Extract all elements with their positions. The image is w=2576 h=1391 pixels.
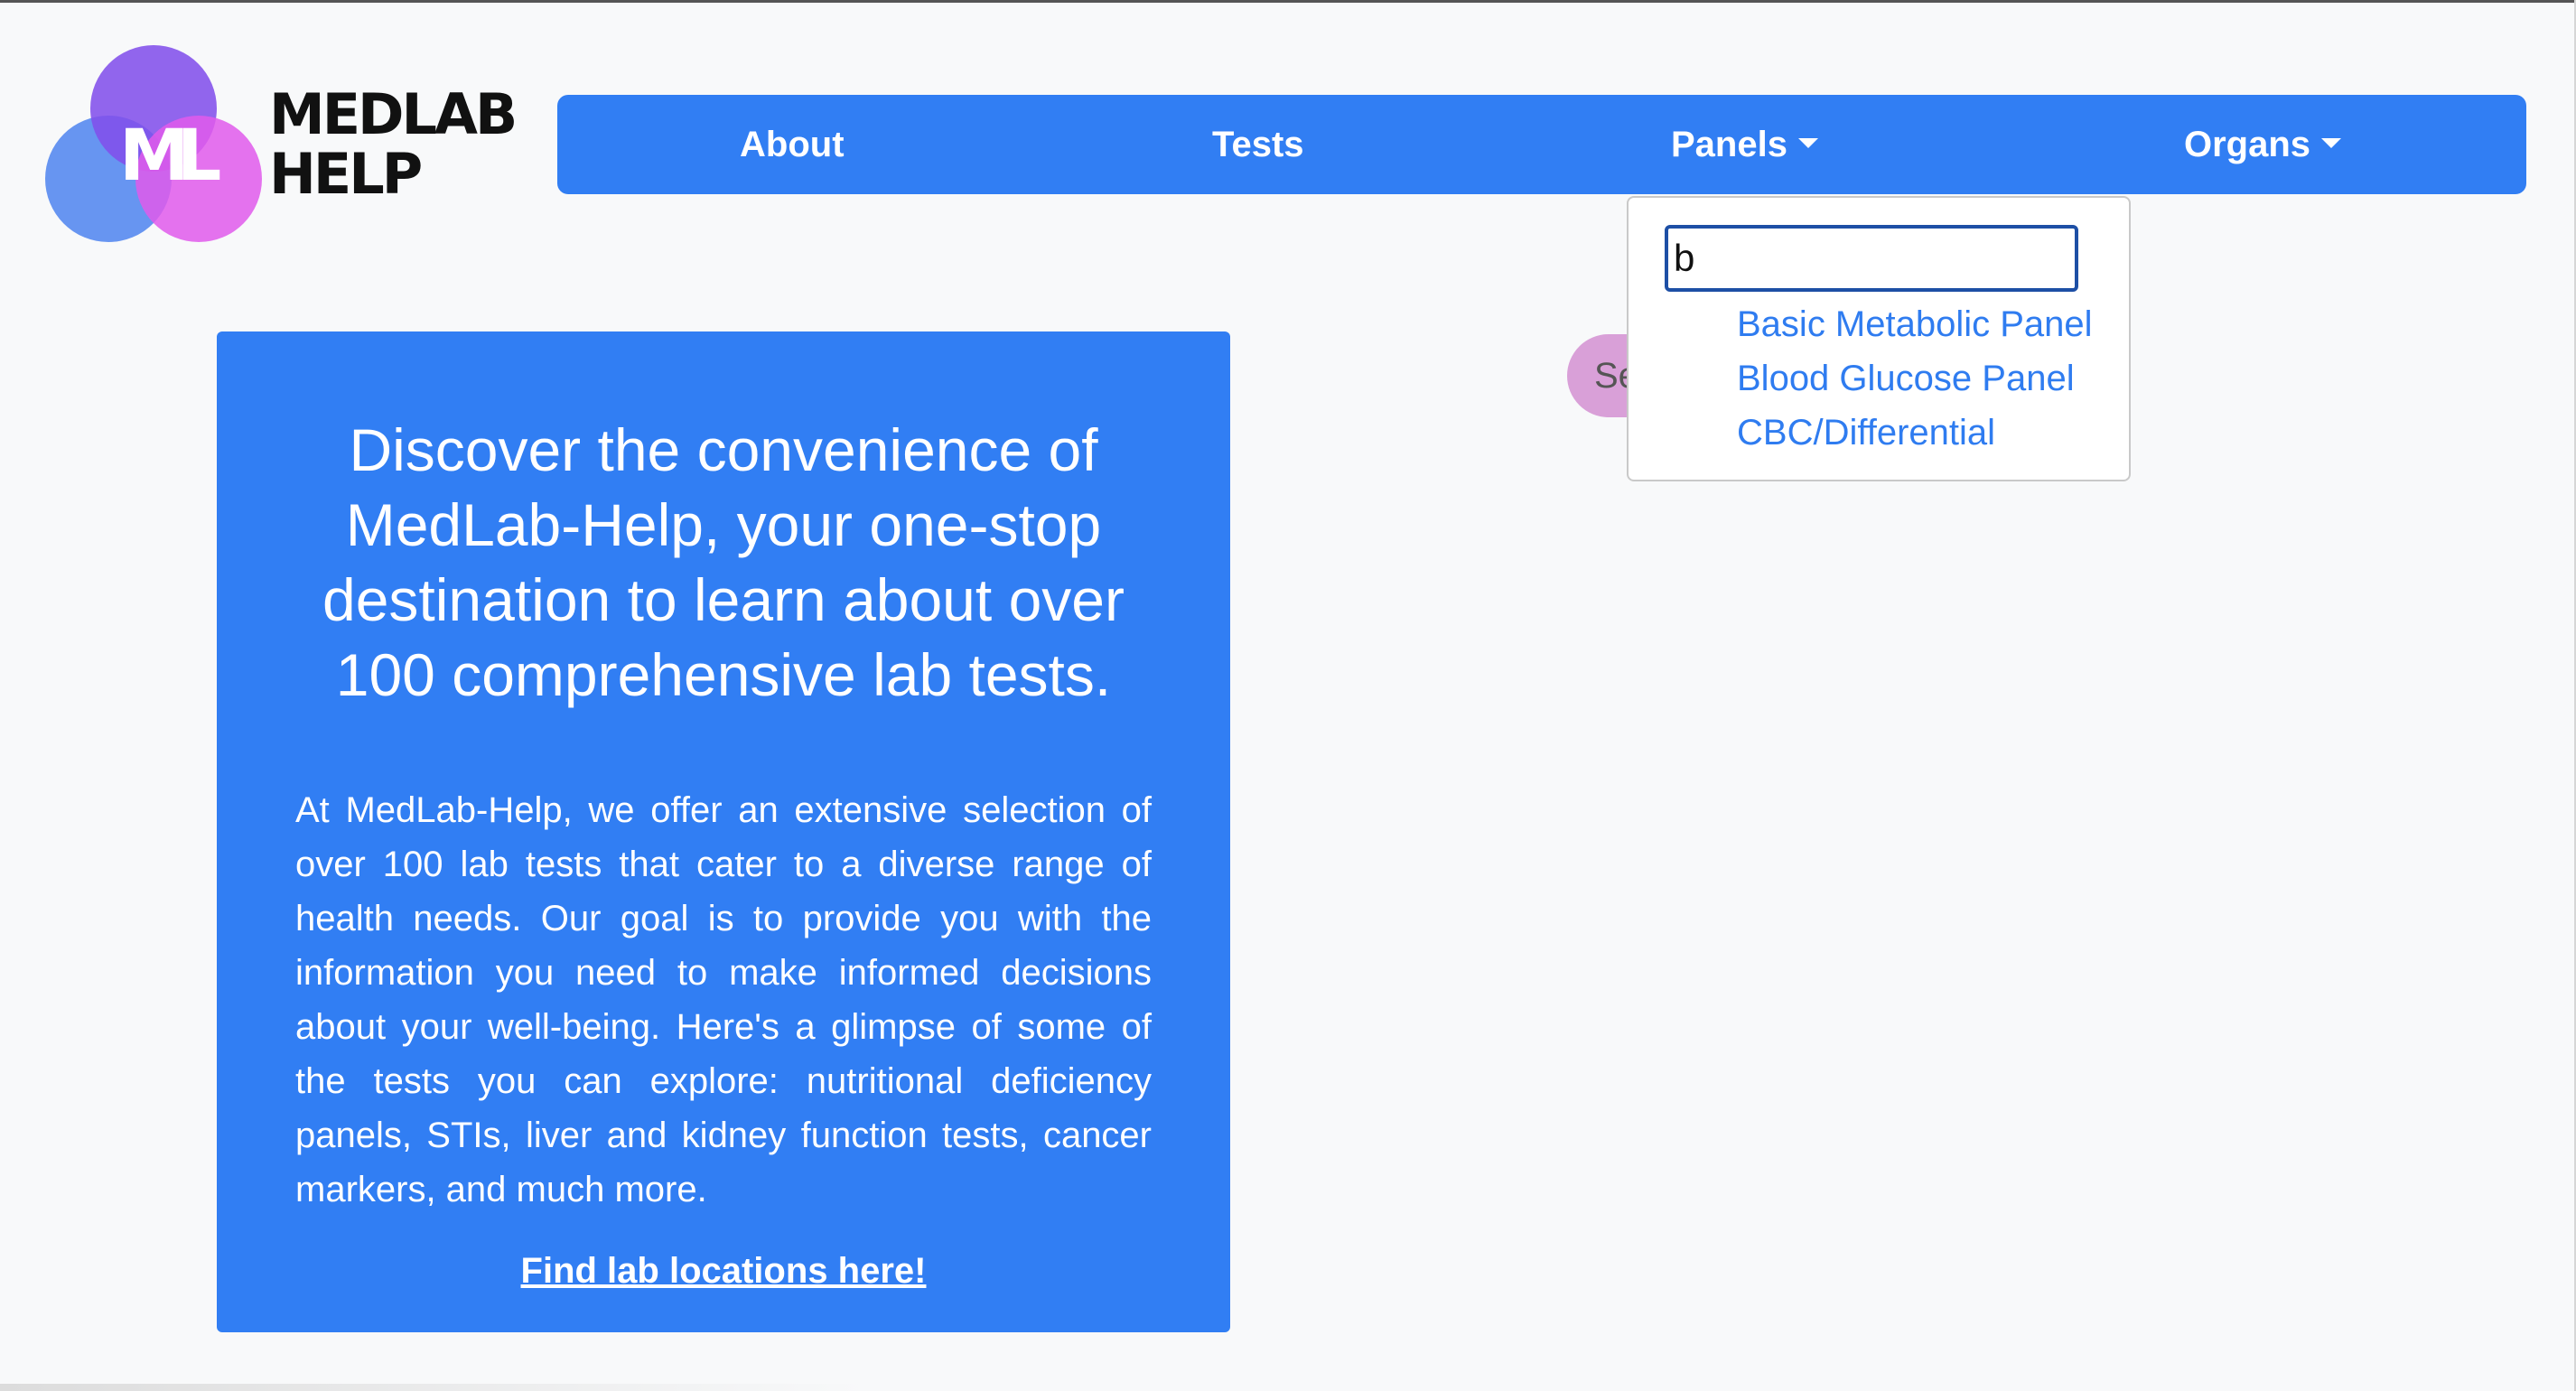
logo-wordmark-line1: MEDLAB [269, 81, 518, 147]
nav-panels-label: Panels [1671, 125, 1787, 164]
panels-dropdown-menu: Basic Metabolic Panel Blood Glucose Pane… [1627, 196, 2131, 481]
panels-search-input[interactable] [1665, 225, 2078, 292]
nav-panels-dropdown-toggle[interactable]: Panels [1671, 95, 1818, 194]
caret-down-icon [1797, 137, 1818, 148]
nav-organs-dropdown-toggle[interactable]: Organs [2184, 95, 2342, 194]
panel-result-item[interactable]: Basic Metabolic Panel [1737, 297, 2093, 351]
main-navbar: About Tests Panels Organs [557, 95, 2526, 194]
logo-wordmark: MEDLAB HELP [269, 81, 518, 207]
nav-organs-label: Organs [2184, 125, 2311, 164]
hero-card: Discover the convenience of MedLab-Help,… [217, 331, 1230, 1332]
logo-monogram: ML [119, 116, 221, 197]
bottom-shadow [0, 1384, 867, 1391]
nav-tests-label: Tests [1212, 125, 1304, 164]
nav-about[interactable]: About [740, 95, 845, 194]
logo-wordmark-line2: HELP [269, 141, 423, 207]
nav-about-label: About [740, 125, 845, 164]
caret-down-icon [2321, 137, 2342, 148]
brand-logo[interactable]: ML MEDLAB HELP [43, 43, 518, 251]
hero-description: At MedLab-Help, we offer an extensive se… [295, 790, 1152, 1209]
panels-results-list: Basic Metabolic Panel Blood Glucose Pane… [1737, 297, 2093, 460]
find-lab-locations-link[interactable]: Find lab locations here! [217, 1251, 1230, 1292]
panel-result-item[interactable]: Blood Glucose Panel [1737, 351, 2093, 406]
panel-result-item[interactable]: CBC/Differential [1737, 406, 2093, 460]
hero-title: Discover the convenience of MedLab-Help,… [322, 416, 1125, 708]
nav-tests[interactable]: Tests [1212, 95, 1304, 194]
window-top-border [0, 0, 2576, 3]
